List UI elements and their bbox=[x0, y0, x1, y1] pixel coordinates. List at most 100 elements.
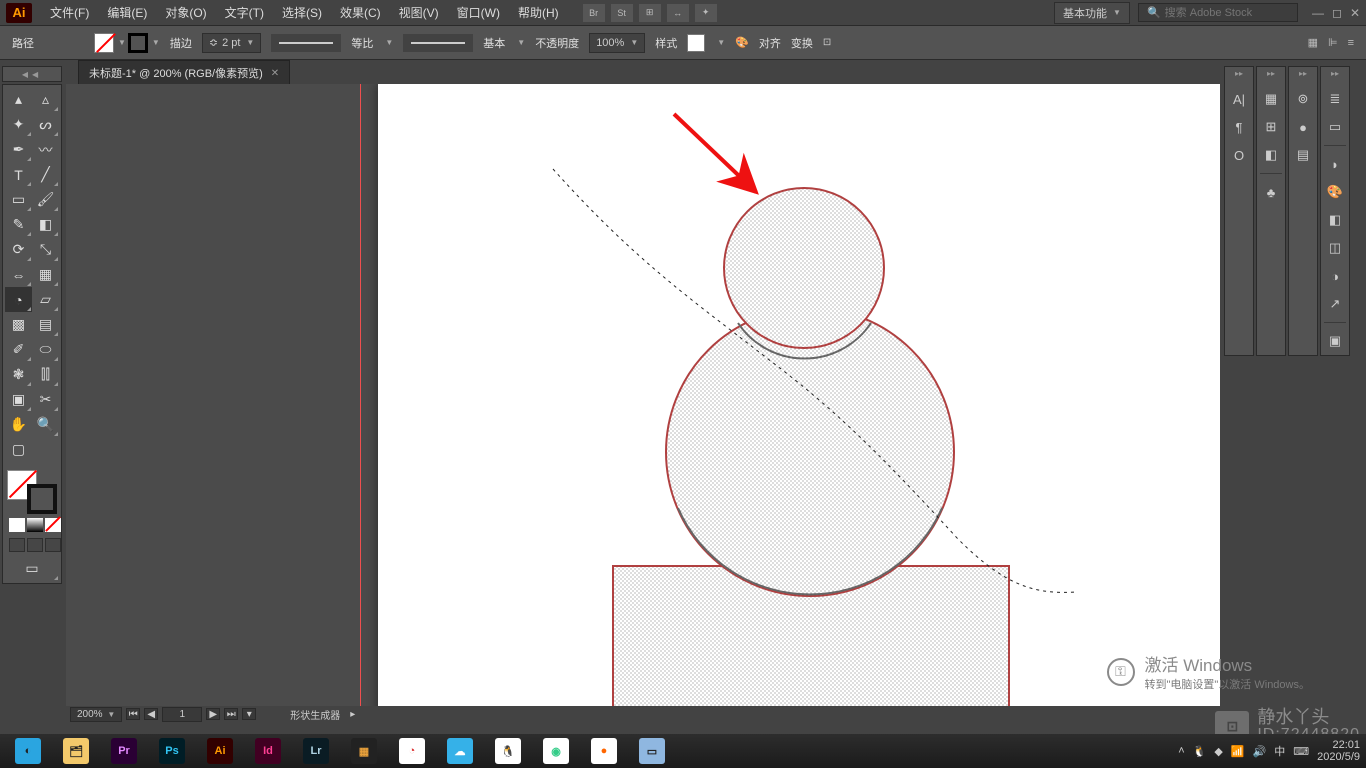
artboard-next[interactable]: ▶ bbox=[206, 708, 220, 720]
artboard-prev[interactable]: ◀ bbox=[144, 708, 158, 720]
tray-volume-icon[interactable]: 🔊 bbox=[1253, 745, 1267, 758]
print-tiling-tool[interactable]: ▢ bbox=[5, 437, 32, 462]
taskbar-illustrator[interactable]: Ai bbox=[198, 736, 242, 766]
dock-collapse-2[interactable]: ▸▸ bbox=[1257, 69, 1285, 83]
window-minimize[interactable]: — bbox=[1312, 6, 1324, 20]
canvas-area[interactable]: 200% ▼ ⏮ ◀ 1 ▶ ⏭ ▾ 形状生成器 ▸ bbox=[66, 84, 1220, 722]
workspace-switcher[interactable]: 基本功能▼ bbox=[1054, 2, 1130, 24]
menu-view[interactable]: 视图(V) bbox=[391, 1, 447, 24]
symbol-sprayer-tool[interactable]: ❃ bbox=[5, 362, 32, 387]
drawing-mode-normal[interactable] bbox=[9, 538, 25, 552]
color-mode-icon[interactable] bbox=[9, 518, 25, 532]
paragraph-panel-icon[interactable]: ¶ bbox=[1227, 115, 1251, 139]
zoom-tool[interactable]: 🔍 bbox=[32, 412, 59, 437]
taskbar-qq[interactable]: 🐧 bbox=[486, 736, 530, 766]
stroke-panel-icon[interactable]: ◗ bbox=[1323, 152, 1347, 176]
document-tab[interactable]: 未标题-1* @ 200% (RGB/像素预览) ✕ bbox=[78, 60, 290, 84]
system-tray[interactable]: ˄ 🐧 ◆ 📶 🔊 中 ⌨ 22:01 2020/5/9 bbox=[1178, 739, 1360, 763]
taskbar-premiere[interactable]: Pr bbox=[102, 736, 146, 766]
taskbar-chrome[interactable]: ◉ bbox=[534, 736, 578, 766]
guide-line[interactable] bbox=[360, 84, 361, 722]
align-label[interactable]: 对齐 bbox=[759, 35, 781, 51]
sync-icon[interactable]: ✦ bbox=[695, 4, 717, 22]
artboard-first[interactable]: ⏮ bbox=[126, 708, 140, 720]
menu-type[interactable]: 文字(T) bbox=[217, 1, 272, 24]
artboards-panel-icon[interactable]: ▭ bbox=[1323, 115, 1347, 139]
transform-icon[interactable]: ⊡ bbox=[823, 37, 831, 48]
stroke-swatch[interactable] bbox=[128, 33, 148, 53]
fill-stroke-indicator[interactable] bbox=[5, 470, 59, 514]
taskbar-lightroom[interactable]: Lr bbox=[294, 736, 338, 766]
type-tool[interactable]: T bbox=[5, 162, 32, 187]
taskbar-app-c[interactable]: ☁ bbox=[438, 736, 482, 766]
blend-tool[interactable]: ⬭ bbox=[32, 337, 59, 362]
scale-tool[interactable]: ⤡ bbox=[32, 237, 59, 262]
pathfinder-panel-icon[interactable]: ◧ bbox=[1259, 143, 1283, 167]
gradient-tool[interactable]: ▤ bbox=[32, 312, 59, 337]
line-tool[interactable]: ╱ bbox=[32, 162, 59, 187]
curvature-tool[interactable]: 〰 bbox=[32, 137, 59, 162]
rotate-tool[interactable]: ⟳ bbox=[5, 237, 32, 262]
taskbar-app-a[interactable]: ▦ bbox=[342, 736, 386, 766]
symbols-panel-icon[interactable]: ♣ bbox=[1259, 180, 1283, 204]
gradient-mode-icon[interactable] bbox=[27, 518, 43, 532]
variable-width-profile[interactable] bbox=[271, 34, 341, 52]
recolor-icon[interactable]: 🎨 bbox=[735, 36, 749, 49]
menu-file[interactable]: 文件(F) bbox=[42, 1, 97, 24]
menu-window[interactable]: 窗口(W) bbox=[449, 1, 508, 24]
taskbar-app-b[interactable]: ◔ bbox=[390, 736, 434, 766]
align-panel-icon[interactable]: ⊫ bbox=[1328, 36, 1338, 49]
free-transform-tool[interactable]: ▦ bbox=[32, 262, 59, 287]
pen-tool[interactable]: ✒ bbox=[5, 137, 32, 162]
artboard-num[interactable]: 1 bbox=[162, 707, 202, 722]
character-panel-icon[interactable]: A| bbox=[1227, 87, 1251, 111]
color-panel-icon[interactable]: 🎨 bbox=[1323, 180, 1347, 204]
layers-panel-icon[interactable]: ≣ bbox=[1323, 87, 1347, 111]
window-close[interactable]: ✕ bbox=[1350, 6, 1360, 20]
fill-swatch[interactable] bbox=[94, 33, 114, 53]
taskbar-firefox[interactable]: ● bbox=[582, 736, 626, 766]
direct-selection-tool[interactable]: ▵ bbox=[32, 87, 59, 112]
align-panel-icon2[interactable]: ▦ bbox=[1259, 87, 1283, 111]
gpu-icon[interactable]: ↔ bbox=[667, 4, 689, 22]
stroke-weight[interactable]: ≎2 pt▼ bbox=[202, 33, 262, 53]
export-panel-icon[interactable]: ↗ bbox=[1323, 292, 1347, 316]
eraser-tool[interactable]: ◧ bbox=[32, 212, 59, 237]
shaper-tool[interactable]: ✎ bbox=[5, 212, 32, 237]
taskbar-photoshop[interactable]: Ps bbox=[150, 736, 194, 766]
menu-object[interactable]: 对象(O) bbox=[157, 1, 214, 24]
appearance-panel-icon[interactable]: ◑ bbox=[1323, 264, 1347, 288]
bridge-icon[interactable]: Br bbox=[583, 4, 605, 22]
hand-tool[interactable]: ✋ bbox=[5, 412, 32, 437]
menu-effect[interactable]: 效果(C) bbox=[332, 1, 389, 24]
taskbar-explorer[interactable]: 🗂 bbox=[54, 736, 98, 766]
tray-network-icon[interactable]: 📶 bbox=[1231, 745, 1245, 758]
artboard-nav-menu[interactable]: ▾ bbox=[242, 708, 256, 720]
dock-collapse-4[interactable]: ▸▸ bbox=[1321, 69, 1349, 83]
transform-label[interactable]: 变换 bbox=[791, 35, 813, 51]
style-swatch[interactable] bbox=[687, 34, 705, 52]
menu-help[interactable]: 帮助(H) bbox=[510, 1, 567, 24]
window-maximize[interactable]: ◻ bbox=[1332, 6, 1342, 20]
selection-tool[interactable]: ▴ bbox=[5, 87, 32, 112]
isolate-icon[interactable]: ▦ bbox=[1308, 36, 1318, 49]
artboard-tool[interactable]: ▣ bbox=[5, 387, 32, 412]
close-tab-icon[interactable]: ✕ bbox=[271, 68, 279, 79]
tray-ime-icon[interactable]: ⌨ bbox=[1293, 745, 1309, 758]
tray-lang-icon[interactable]: 中 bbox=[1274, 743, 1285, 759]
stock-search-input[interactable] bbox=[1165, 7, 1307, 19]
eyedropper-tool[interactable]: ✐ bbox=[5, 337, 32, 362]
tray-clock[interactable]: 22:01 2020/5/9 bbox=[1317, 739, 1360, 763]
tray-chevron-icon[interactable]: ˄ bbox=[1178, 745, 1184, 757]
graph-tool[interactable]: ⫿⫿ bbox=[32, 362, 59, 387]
taskbar-indesign[interactable]: Id bbox=[246, 736, 290, 766]
artboard[interactable] bbox=[378, 84, 1220, 722]
graphic-styles-panel-icon[interactable]: ▣ bbox=[1323, 329, 1347, 353]
toolbox-collapse-handle[interactable]: ◀◀ bbox=[2, 66, 62, 82]
transform-panel-icon2[interactable]: ⊞ bbox=[1259, 115, 1283, 139]
mesh-tool[interactable]: ▩ bbox=[5, 312, 32, 337]
gradient-panel-icon[interactable]: ◧ bbox=[1323, 208, 1347, 232]
brush-tool[interactable]: 🖌 bbox=[32, 187, 59, 212]
brush-def[interactable] bbox=[403, 34, 473, 52]
magic-wand-tool[interactable]: ✦ bbox=[5, 112, 32, 137]
